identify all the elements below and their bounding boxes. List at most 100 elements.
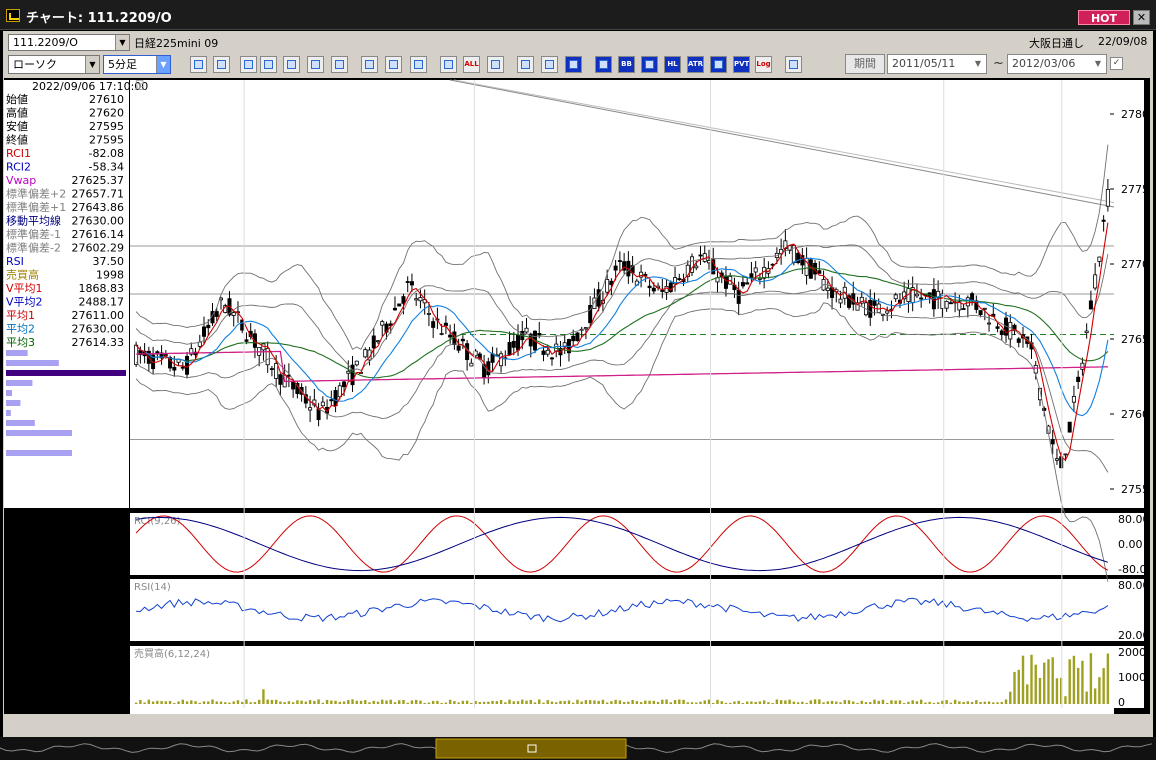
volume-bar — [398, 700, 401, 704]
volume-bar — [283, 702, 286, 704]
volume-bar — [287, 701, 291, 704]
candle — [961, 308, 966, 310]
candle — [868, 299, 873, 318]
volume-bar — [970, 701, 974, 704]
candle — [698, 254, 703, 257]
info-value: 27595 — [89, 134, 124, 147]
candle — [524, 327, 529, 333]
candle — [308, 407, 313, 411]
bb-icon[interactable]: BB — [618, 56, 635, 73]
chart-app-icon — [6, 9, 20, 22]
candle — [320, 401, 325, 407]
date-range-checkbox[interactable]: ✓ — [1110, 57, 1123, 70]
price-tool-icon[interactable] — [240, 56, 257, 73]
volume-bar — [385, 700, 388, 704]
volume-bar — [835, 701, 838, 704]
date-from-field[interactable]: 2011/05/11 ▼ — [887, 54, 987, 74]
candle — [375, 340, 380, 343]
volume-bar — [491, 700, 494, 704]
candle — [825, 287, 830, 291]
all-icon[interactable]: ALL — [463, 56, 480, 73]
pvt-icon[interactable]: PVT — [733, 56, 750, 73]
volume-bar — [741, 703, 745, 704]
wma-icon[interactable] — [641, 56, 658, 73]
zoom-icon[interactable] — [190, 56, 207, 73]
info-value: 27657.71 — [72, 188, 125, 201]
gear-icon[interactable] — [487, 56, 504, 73]
log-icon[interactable]: Log — [755, 56, 772, 73]
info-value: 27625.37 — [72, 174, 125, 187]
candle — [978, 310, 983, 316]
symbol-select[interactable]: 111.2209/O ▼ — [8, 34, 130, 51]
volume-bar — [975, 700, 978, 704]
candle — [885, 310, 890, 314]
info-value: 27602.29 — [72, 242, 125, 255]
candle — [469, 362, 474, 367]
volume-bar — [198, 702, 201, 704]
candle — [392, 307, 397, 311]
volume-panel[interactable] — [130, 646, 1114, 708]
rsi-panel[interactable] — [130, 579, 1114, 641]
bar1-icon[interactable] — [410, 56, 427, 73]
rsi-icon[interactable] — [710, 56, 727, 73]
info-value: 27630.00 — [72, 323, 125, 336]
volume-bar — [224, 702, 227, 704]
volume-bar — [886, 702, 889, 704]
chart-area[interactable]: 2022/09/06 17:10:00 始値 27610 高値 27620 安値 27595… — [4, 78, 1150, 714]
chevron-down-icon[interactable]: ▼ — [156, 56, 170, 73]
volume-bar — [729, 702, 732, 704]
candle — [329, 399, 334, 402]
chart-type-select[interactable]: ローソク ▼ — [8, 55, 100, 74]
atr-icon[interactable]: ATR — [687, 56, 704, 73]
volume-bar — [538, 699, 541, 704]
volume-bar — [304, 701, 308, 704]
volume-bar — [347, 700, 350, 704]
arrow-icon[interactable] — [361, 56, 378, 73]
period-select[interactable]: 5分足 ▼ — [103, 55, 171, 74]
paint-icon[interactable] — [517, 56, 534, 73]
candle — [202, 326, 207, 337]
cursor-icon[interactable] — [213, 56, 230, 73]
volume-bar — [427, 702, 431, 704]
calendar-dropdown-icon[interactable]: ▼ — [971, 56, 985, 72]
price-tick-label: 27750 — [1121, 183, 1150, 196]
flag-icon[interactable] — [283, 56, 300, 73]
candle — [970, 293, 975, 301]
volume-bar — [707, 699, 711, 704]
volume-bar — [665, 699, 668, 704]
pen-icon[interactable] — [331, 56, 348, 73]
undo-icon[interactable] — [385, 56, 402, 73]
ma2-icon[interactable] — [595, 56, 612, 73]
hot-button[interactable]: HOT — [1078, 10, 1130, 25]
volume-bar — [236, 700, 240, 704]
calendar-dropdown-icon[interactable]: ▼ — [1091, 56, 1105, 72]
scrollbar-thumb[interactable] — [435, 738, 627, 759]
period-button[interactable]: 期間 — [845, 54, 885, 74]
bar2-icon[interactable] — [440, 56, 457, 73]
hl-icon[interactable]: HL — [664, 56, 681, 73]
date-to-field[interactable]: 2012/03/06 ▼ — [1007, 54, 1107, 74]
volume-bar — [308, 700, 312, 704]
chevron-down-icon[interactable]: ▼ — [85, 56, 99, 73]
volume-bar — [661, 699, 664, 704]
ma-icon[interactable] — [565, 56, 582, 73]
volume-bar — [941, 700, 944, 704]
close-icon[interactable]: ✕ — [1133, 10, 1150, 25]
box-icon[interactable] — [307, 56, 324, 73]
candle — [269, 368, 274, 370]
volume-bar — [945, 700, 948, 704]
rci-panel[interactable] — [130, 513, 1114, 575]
color-icon[interactable] — [541, 56, 558, 73]
info-label: RCI2 — [6, 161, 31, 174]
time-scrollbar[interactable] — [0, 737, 1156, 760]
volume-bar — [470, 702, 473, 704]
chart-tool-icon[interactable] — [260, 56, 277, 73]
volume-bar — [232, 701, 235, 704]
info-timestamp: 2022/09/06 17:10:00 — [32, 80, 148, 93]
chevron-down-icon[interactable]: ▼ — [115, 35, 129, 50]
volume-bar — [563, 701, 566, 704]
volume-bar — [907, 701, 910, 704]
toggle-icon[interactable] — [785, 56, 802, 73]
volume-bar — [771, 702, 774, 704]
volume-bar — [610, 701, 613, 704]
